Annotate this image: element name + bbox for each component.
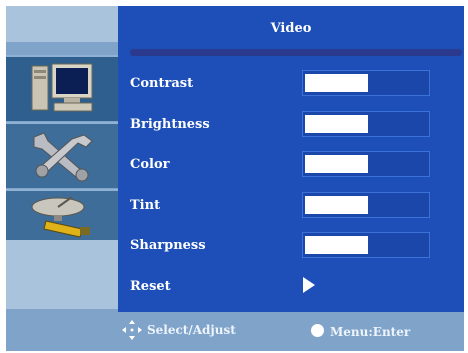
- osd-menu: Video: [6, 6, 464, 351]
- move-arrows-icon: [122, 320, 142, 340]
- menu-title: Video: [118, 6, 464, 51]
- sidebar-item-tools[interactable]: [6, 122, 118, 188]
- tools-icon: [33, 132, 93, 182]
- sharpness-slider[interactable]: [302, 232, 430, 258]
- sidebar-lower-panel: [6, 240, 118, 309]
- sidebar-item-computer[interactable]: [6, 55, 118, 121]
- color-label[interactable]: Color: [130, 157, 169, 172]
- color-slider-fill: [305, 155, 368, 173]
- brightness-label[interactable]: Brightness: [130, 117, 210, 132]
- sidebar-top-strip: [6, 6, 118, 42]
- tint-slider[interactable]: [302, 192, 430, 218]
- select-adjust-hint: Select/Adjust: [147, 323, 236, 337]
- brightness-slider-fill: [305, 115, 368, 133]
- menu-enter-hint: Menu:Enter: [330, 325, 411, 339]
- play-arrow-icon[interactable]: [303, 277, 315, 293]
- sidebar-item-satellite[interactable]: [6, 189, 118, 241]
- menu-button-icon: [311, 324, 324, 337]
- brightness-slider[interactable]: [302, 111, 430, 137]
- reset-label[interactable]: Reset: [130, 279, 171, 294]
- header-divider: [130, 49, 462, 56]
- color-slider[interactable]: [302, 151, 430, 177]
- sharpness-slider-fill: [305, 236, 368, 254]
- computer-icon: [31, 63, 93, 112]
- satellite-dish-icon: [31, 196, 90, 238]
- contrast-label[interactable]: Contrast: [130, 76, 193, 91]
- sharpness-label[interactable]: Sharpness: [130, 238, 206, 253]
- tint-slider-fill: [305, 196, 368, 214]
- contrast-slider[interactable]: [302, 70, 430, 96]
- contrast-slider-fill: [305, 74, 368, 92]
- sidebar: [6, 6, 118, 351]
- tint-label[interactable]: Tint: [130, 198, 160, 213]
